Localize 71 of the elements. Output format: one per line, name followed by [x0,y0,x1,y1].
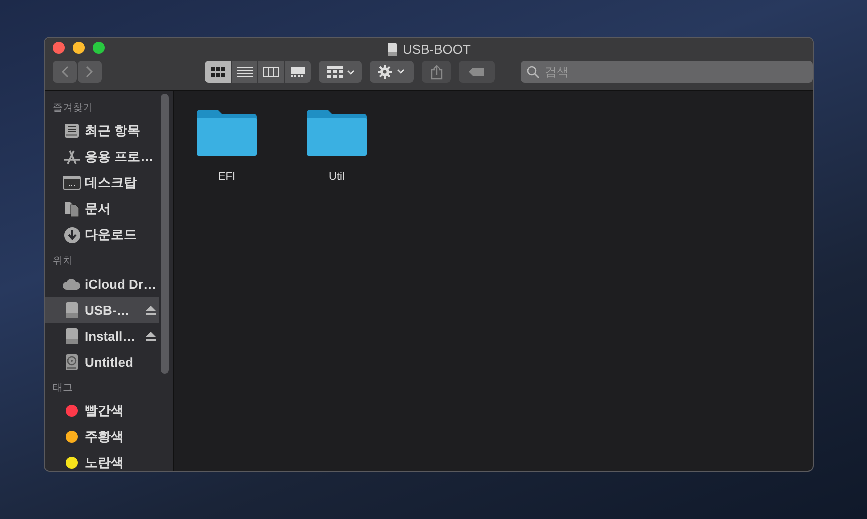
share-button[interactable] [422,61,451,83]
cloud-icon [63,278,81,290]
folder-item[interactable]: Util [296,107,378,183]
folder-name: Util [329,171,345,183]
item-label: 빨간색 [85,402,124,420]
chevron-left-icon [61,66,69,78]
item-label: 노란색 [85,454,124,471]
sidebar-item[interactable]: 다운로드 [45,222,159,248]
search-icon [527,66,540,79]
grid-dropdown-icon [326,66,355,78]
group-menu-button[interactable] [318,61,362,83]
section-heading: 태그 [52,382,74,396]
eject-icon[interactable] [146,306,156,314]
folder-icon [306,107,368,157]
section-heading: 위치 [52,255,74,269]
sidebar-item[interactable]: 문서 [45,196,159,222]
section-heading: 즐겨찾기 [52,102,94,116]
folder-name: EFI [218,171,236,183]
sidebar-item[interactable]: 노란색 [45,450,159,471]
item-label: 문서 [85,200,111,218]
item-label: iCloud Dr… [85,276,156,292]
scrollbar-thumb[interactable] [161,94,169,374]
window-title: USB-BOOT [403,42,471,56]
download-icon [64,226,80,244]
back-button[interactable] [53,61,77,83]
item-label: 다운로드 [85,226,137,244]
item-label: Untitled [85,354,134,370]
sidebar-item[interactable]: 최근 항목 [45,118,159,144]
tag-icon [468,68,485,76]
sidebar-item[interactable]: Install… [45,323,159,349]
gallery-view-icon [290,66,306,78]
sidebar-item[interactable]: 빨간색 [45,398,159,424]
columns-view-button[interactable] [258,61,284,83]
tag-button[interactable] [458,61,495,83]
sidebar-item[interactable]: 주황색 [45,424,159,450]
item-label: 최근 항목 [85,122,141,140]
tray-icon [64,123,80,139]
minimize-button[interactable] [73,42,85,54]
chevron-right-icon [86,66,94,78]
documents-icon [64,200,80,218]
settings-menu-button[interactable] [370,61,414,83]
close-button[interactable] [53,42,65,54]
item-label: 데스크탑 [85,174,137,192]
drive-icon [65,328,79,344]
sidebar-item[interactable]: 응용 프로… [45,144,159,170]
sidebar-item[interactable]: 데스크탑 [45,170,159,196]
sidebar-item[interactable]: Untitled [45,349,159,375]
sidebar-item[interactable]: USB-… [45,297,159,323]
item-label: USB-… [85,302,130,318]
list-view-icon [236,66,252,78]
columns-view-icon [263,66,280,78]
desktop-icon [63,176,81,190]
item-label: 주황색 [85,428,124,446]
app-store-icon [63,149,81,165]
zoom-button[interactable] [93,42,105,54]
item-label: Install… [85,328,136,344]
forward-button[interactable] [78,61,102,83]
list-view-button[interactable] [232,61,258,83]
folder-icon [196,107,258,157]
sidebar-item[interactable]: iCloud Dr… [45,271,159,297]
gear-dropdown-icon [378,65,406,79]
icons-view-icon [210,66,226,78]
drive-icon [387,42,398,56]
gallery-view-button[interactable] [285,61,311,83]
folder-item[interactable]: EFI [186,107,268,183]
disk-image-icon [65,354,79,370]
item-label: 응용 프로… [85,148,154,166]
icons-view-button[interactable] [205,61,231,83]
eject-icon[interactable] [146,332,156,340]
drive-icon [65,302,79,318]
share-icon [430,64,443,80]
